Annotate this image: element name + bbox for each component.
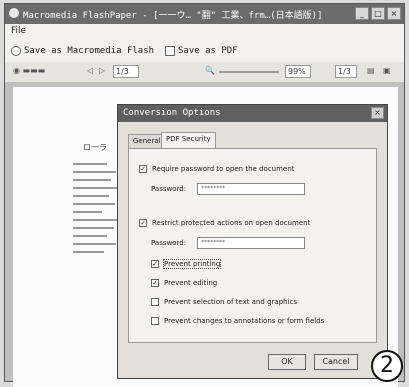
- fit-icon[interactable]: ▣: [383, 66, 391, 78]
- prevent-annotation-changes-checkbox[interactable]: [151, 317, 159, 325]
- title-bar: Macromedia FlashPaper - [一一ウ… "翻" 工業、frm…: [5, 4, 404, 24]
- app-icon: [9, 8, 19, 18]
- pdf-icon: [165, 46, 175, 56]
- conversion-options-dialog: Conversion Options × General PDF Securit…: [117, 104, 388, 379]
- open-password-field[interactable]: ********: [197, 183, 306, 195]
- tab-pdf-security[interactable]: PDF Security: [161, 132, 216, 148]
- text-line: [73, 195, 109, 197]
- text-line: [73, 163, 107, 165]
- prevent-printing-label: Prevent printing: [162, 259, 222, 269]
- require-open-password-option[interactable]: ✓ Require password to open the document: [139, 165, 294, 173]
- window-controls: _ □ ×: [355, 7, 401, 20]
- open-password-label: Password:: [151, 185, 187, 193]
- dialog-title: Conversion Options: [123, 108, 221, 118]
- zoom-field[interactable]: 99%: [285, 65, 311, 78]
- restrict-actions-label: Restrict protected actions on open docum…: [152, 219, 311, 227]
- page-range-field[interactable]: 1/3: [335, 65, 357, 78]
- prevent-printing-checkbox[interactable]: ✓: [151, 260, 159, 268]
- step-number-badge: 2: [371, 350, 403, 382]
- prevent-editing-checkbox[interactable]: ✓: [151, 279, 159, 287]
- menu-file[interactable]: File: [11, 26, 26, 36]
- text-line: [73, 227, 114, 229]
- zoom-search-icon[interactable]: 🔍: [205, 66, 215, 78]
- cancel-button[interactable]: Cancel: [314, 354, 358, 370]
- next-page-icon[interactable]: ▷: [99, 66, 105, 78]
- prevent-printing-option[interactable]: ✓ Prevent printing: [151, 259, 222, 269]
- window-title: Macromedia FlashPaper - [一一ウ… "翻" 工業、frm…: [23, 11, 323, 21]
- restrict-password-row: Password: ********: [151, 237, 306, 249]
- prevent-selection-label: Prevent selection of text and graphics: [164, 298, 298, 306]
- text-line: [73, 203, 116, 205]
- prevent-editing-label: Prevent editing: [164, 279, 218, 287]
- dialog-close-button[interactable]: ×: [371, 107, 384, 119]
- prevent-selection-checkbox[interactable]: [151, 298, 159, 306]
- pdf-security-panel: ✓ Require password to open the document …: [128, 148, 377, 343]
- restrict-password-field[interactable]: ********: [197, 237, 306, 249]
- open-password-row: Password: ********: [151, 183, 306, 195]
- save-as-pdf-button[interactable]: Save as PDF: [165, 44, 238, 58]
- dialog-title-bar: Conversion Options ×: [118, 105, 387, 122]
- prevent-selection-option[interactable]: Prevent selection of text and graphics: [151, 298, 297, 306]
- document-heading: ロ一ラ: [83, 143, 107, 152]
- restrict-actions-option[interactable]: ✓ Restrict protected actions on open doc…: [139, 219, 310, 227]
- flash-icon: [11, 46, 21, 56]
- save-as-flash-button[interactable]: Save as Macromedia Flash: [11, 44, 154, 58]
- prevent-annotation-changes-label: Prevent changes to annotations or form f…: [164, 317, 325, 325]
- text-line: [73, 235, 107, 237]
- restrict-actions-checkbox[interactable]: ✓: [139, 219, 147, 227]
- maximize-button[interactable]: □: [371, 7, 385, 20]
- require-open-password-label: Require password to open the document: [152, 165, 295, 173]
- text-line: [73, 219, 118, 221]
- save-as-flash-label: Save as Macromedia Flash: [24, 46, 155, 56]
- prevent-editing-option[interactable]: ✓ Prevent editing: [151, 279, 217, 287]
- save-toolbar: Save as Macromedia Flash Save as PDF: [5, 40, 404, 63]
- page-number-field[interactable]: 1/3: [113, 65, 139, 78]
- ok-button[interactable]: OK: [268, 354, 306, 370]
- text-line: [73, 171, 117, 173]
- zoom-slider[interactable]: [219, 71, 279, 73]
- restrict-password-label: Password:: [151, 239, 187, 247]
- text-line: [73, 243, 117, 245]
- document-text-block: [73, 163, 121, 259]
- prevent-annotation-changes-option[interactable]: Prevent changes to annotations or form f…: [151, 317, 324, 325]
- window-close-button[interactable]: ×: [387, 7, 401, 20]
- text-line: [73, 211, 102, 213]
- text-line: [73, 179, 112, 181]
- prev-page-icon[interactable]: ◁: [87, 66, 93, 78]
- print-icon[interactable]: ▤: [367, 66, 375, 78]
- text-line: [73, 187, 119, 189]
- save-as-pdf-label: Save as PDF: [178, 46, 238, 56]
- require-open-password-checkbox[interactable]: ✓: [139, 165, 147, 173]
- navigation-toolbar: ◉ ▬▬▬ ◁ ▷ 1/3 🔍 99% 1/3 ▤ ▣: [5, 62, 404, 83]
- flashpaper-menu-icon[interactable]: ◉ ▬▬▬: [13, 66, 45, 78]
- menu-bar: File: [5, 24, 404, 41]
- tab-general[interactable]: General: [128, 134, 166, 148]
- text-line: [73, 251, 105, 253]
- minimize-button[interactable]: _: [355, 7, 369, 20]
